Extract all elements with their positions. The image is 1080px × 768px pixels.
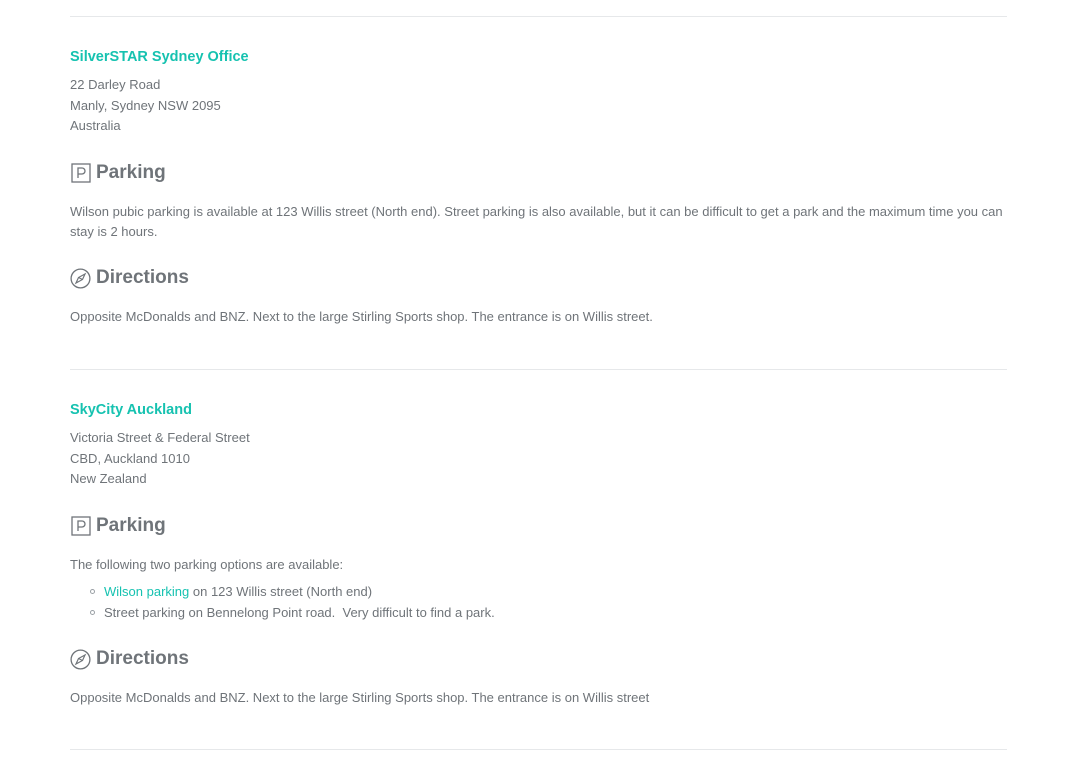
parking-heading: Parking (70, 161, 166, 185)
bullet-icon (90, 609, 95, 615)
parking-icon (70, 516, 91, 537)
parking-heading-label: Parking (96, 162, 166, 183)
parking-icon (70, 163, 91, 184)
office-address: Victoria Street & Federal Street CBD, Au… (70, 428, 1007, 490)
parking-options-list: Wilson parking on 123 Willis street (Nor… (70, 582, 1007, 623)
parking-intro: The following two parking options are av… (70, 557, 344, 572)
address-line: CBD, Auckland 1010 (70, 450, 190, 466)
address-line: Victoria Street & Federal Street (70, 430, 250, 445)
list-item: Street parking on Bennelong Point road. … (90, 603, 1007, 624)
office-name: SkyCity Auckland (70, 402, 192, 418)
address-line: New Zealand (70, 471, 147, 486)
address-line: Australia (70, 118, 121, 133)
directions-heading-label: Directions (96, 648, 189, 669)
directions-heading-label: Directions (96, 267, 189, 288)
office-card-auckland: SkyCity Auckland Victoria Street & Feder… (70, 400, 1007, 490)
list-item-text: Street parking on Bennelong Point road. … (104, 604, 495, 620)
parking-heading-label: Parking (96, 515, 166, 536)
bullet-icon (90, 589, 95, 594)
list-item-text: on 123 Willis street (North end) (189, 584, 373, 599)
list-item: Wilson parking on 123 Willis street (Nor… (90, 582, 1007, 603)
wilson-parking-link[interactable]: Wilson parking (104, 584, 189, 599)
parking-heading: Parking (70, 514, 166, 538)
office-card-sydney: SilverSTAR Sydney Office 22 Darley Road … (70, 47, 1007, 137)
divider (70, 749, 1007, 750)
address-line: 22 Darley Road (70, 77, 161, 92)
directions-heading: Directions (70, 266, 189, 290)
directions-heading: Directions (70, 647, 189, 671)
address-line: Manly, Sydney NSW 2095 (70, 97, 221, 113)
compass-icon (70, 648, 91, 670)
office-name: SilverSTAR Sydney Office (70, 49, 249, 65)
divider (70, 16, 1007, 17)
directions-text: Opposite McDonalds and BNZ. Next to the … (70, 690, 650, 705)
parking-text: Wilson pubic parking is available at 123… (70, 204, 1003, 239)
divider (70, 369, 1007, 370)
directions-text: Opposite McDonalds and BNZ. Next to the … (70, 309, 653, 324)
office-address: 22 Darley Road Manly, Sydney NSW 2095 Au… (70, 75, 1007, 137)
compass-icon (70, 267, 91, 289)
